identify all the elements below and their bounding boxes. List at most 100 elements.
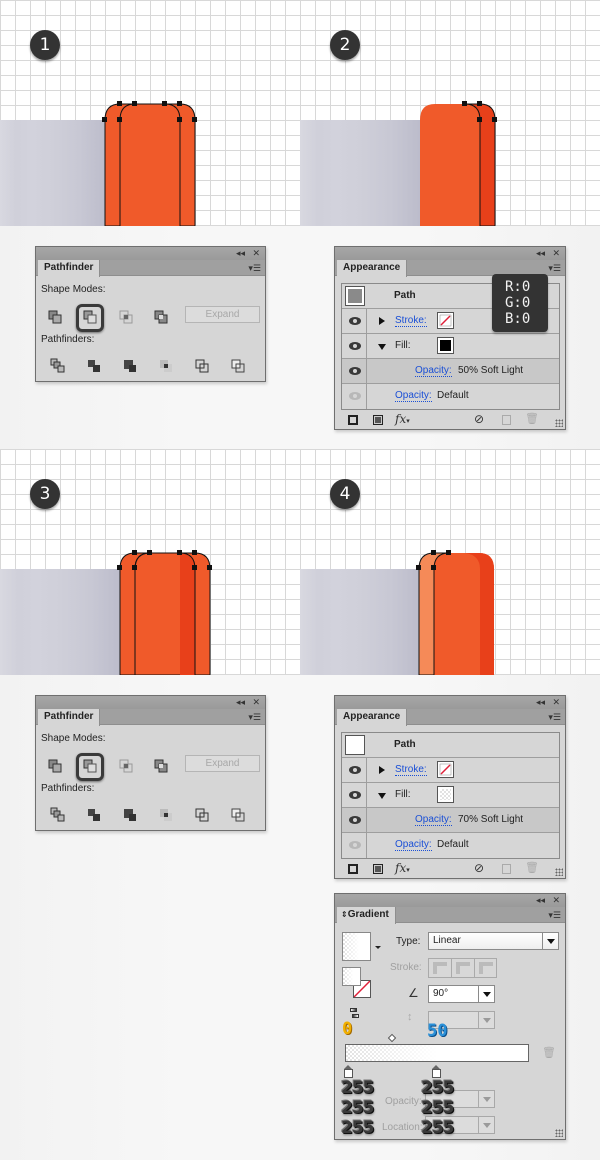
- midpoint-diamond[interactable]: [387, 1033, 397, 1043]
- tab-appearance[interactable]: Appearance: [337, 260, 407, 277]
- unite-icon[interactable]: [47, 758, 63, 774]
- reverse-gradient-icon[interactable]: [348, 1008, 362, 1018]
- close-icon[interactable]: ✕: [552, 247, 560, 260]
- exclude-icon[interactable]: [153, 758, 169, 774]
- minus-back-icon[interactable]: [230, 358, 246, 374]
- panel-menu-icon[interactable]: ▾☰: [548, 909, 561, 921]
- chevron-down-icon[interactable]: [478, 1012, 494, 1028]
- stroke-link[interactable]: Stroke:: [395, 764, 427, 776]
- fill-opacity-row[interactable]: Opacity: 50% Soft Light: [342, 359, 559, 384]
- fill-opacity-link[interactable]: Opacity:: [415, 814, 452, 826]
- tab-pathfinder[interactable]: Pathfinder: [38, 260, 101, 277]
- unite-icon[interactable]: [47, 309, 63, 325]
- chevron-down-icon[interactable]: [478, 1091, 494, 1107]
- add-new-stroke-icon[interactable]: [348, 864, 358, 874]
- delete-stop-icon[interactable]: 🗑: [542, 1046, 556, 1059]
- fill-swatch[interactable]: [437, 337, 454, 354]
- gradient-stop-left[interactable]: [344, 1065, 353, 1078]
- collapse-icon[interactable]: ◂◂: [236, 247, 245, 260]
- collapse-triangle-icon[interactable]: [378, 793, 386, 799]
- fill-row[interactable]: Fill:: [342, 334, 559, 359]
- fx-icon[interactable]: fx▾: [395, 861, 410, 875]
- stroke-row[interactable]: Stroke:: [342, 758, 559, 783]
- clear-appearance-icon[interactable]: ⊘: [474, 412, 484, 426]
- opacity-link[interactable]: Opacity:: [395, 839, 432, 851]
- panel-menu-icon[interactable]: ▾☰: [548, 262, 561, 274]
- trash-icon[interactable]: 🗑: [525, 412, 539, 425]
- divide-icon[interactable]: [50, 807, 66, 823]
- fill-swatch-small[interactable]: [342, 967, 361, 986]
- trim-icon[interactable]: [86, 807, 102, 823]
- tab-appearance[interactable]: Appearance: [337, 709, 407, 726]
- duplicate-item-icon[interactable]: [502, 415, 511, 425]
- stroke-across-icon[interactable]: [475, 959, 497, 977]
- gradient-slider[interactable]: [345, 1044, 529, 1062]
- eye-icon[interactable]: [349, 841, 361, 849]
- type-dropdown[interactable]: Linear: [428, 932, 559, 950]
- eye-icon[interactable]: [349, 317, 361, 325]
- expand-triangle-icon[interactable]: [379, 766, 385, 774]
- collapse-triangle-icon[interactable]: [378, 344, 386, 350]
- trim-icon[interactable]: [86, 358, 102, 374]
- tab-gradient[interactable]: ⇕Gradient: [337, 907, 396, 924]
- eye-icon[interactable]: [349, 342, 361, 350]
- chevron-down-icon[interactable]: [542, 933, 558, 949]
- panel-title-bar[interactable]: ◂◂ ✕: [335, 247, 565, 260]
- panel-title-bar[interactable]: ◂◂ ✕: [36, 247, 265, 260]
- eye-icon[interactable]: [349, 392, 361, 400]
- panel-menu-icon[interactable]: ▾☰: [248, 262, 261, 274]
- add-new-fill-icon[interactable]: [373, 415, 383, 425]
- outline-icon[interactable]: [194, 358, 210, 374]
- intersect-icon[interactable]: [118, 309, 134, 325]
- opacity-row[interactable]: Opacity: Default: [342, 384, 559, 409]
- fill-opacity-link[interactable]: Opacity:: [415, 365, 452, 377]
- exclude-icon[interactable]: [153, 309, 169, 325]
- fill-opacity-row[interactable]: Opacity: 70% Soft Light: [342, 808, 559, 833]
- path-row[interactable]: Path: [342, 733, 559, 758]
- resize-grip[interactable]: [555, 1129, 563, 1137]
- panel-title-bar[interactable]: ◂◂ ✕: [36, 696, 265, 709]
- close-icon[interactable]: ✕: [552, 696, 560, 709]
- outline-icon[interactable]: [194, 807, 210, 823]
- add-new-fill-icon[interactable]: [373, 864, 383, 874]
- gradient-preview-swatch[interactable]: [342, 932, 371, 961]
- divide-icon[interactable]: [50, 358, 66, 374]
- collapse-icon[interactable]: ◂◂: [536, 696, 545, 709]
- expand-button[interactable]: Expand: [185, 755, 260, 772]
- gradient-stop-right[interactable]: [432, 1065, 441, 1078]
- stroke-swatch[interactable]: [437, 761, 454, 778]
- stroke-swatch[interactable]: [437, 312, 454, 329]
- panel-title-bar[interactable]: ◂◂ ✕: [335, 894, 565, 907]
- merge-icon[interactable]: [122, 807, 138, 823]
- resize-grip[interactable]: [555, 419, 563, 427]
- minus-front-icon[interactable]: [82, 758, 98, 774]
- expand-triangle-icon[interactable]: [379, 317, 385, 325]
- close-icon[interactable]: ✕: [252, 247, 260, 260]
- close-icon[interactable]: ✕: [252, 696, 260, 709]
- tab-pathfinder[interactable]: Pathfinder: [38, 709, 101, 726]
- panel-title-bar[interactable]: ◂◂ ✕: [335, 696, 565, 709]
- stroke-link[interactable]: Stroke:: [395, 315, 427, 327]
- angle-field[interactable]: 90°: [428, 985, 495, 1003]
- minus-front-icon[interactable]: [82, 309, 98, 325]
- crop-icon[interactable]: [158, 807, 174, 823]
- crop-icon[interactable]: [158, 358, 174, 374]
- gradient-preset-dropdown-icon[interactable]: [375, 946, 381, 949]
- stroke-along-icon[interactable]: [452, 959, 475, 977]
- eye-icon[interactable]: [349, 367, 361, 375]
- eye-icon[interactable]: [349, 766, 361, 774]
- intersect-icon[interactable]: [118, 758, 134, 774]
- panel-menu-icon[interactable]: ▾☰: [248, 711, 261, 723]
- fill-swatch[interactable]: [437, 786, 454, 803]
- expand-button[interactable]: Expand: [185, 306, 260, 323]
- duplicate-item-icon[interactable]: [502, 864, 511, 874]
- collapse-icon[interactable]: ◂◂: [536, 894, 545, 907]
- merge-icon[interactable]: [122, 358, 138, 374]
- resize-grip[interactable]: [555, 868, 563, 876]
- stroke-within-icon[interactable]: [429, 959, 452, 977]
- add-new-stroke-icon[interactable]: [348, 415, 358, 425]
- close-icon[interactable]: ✕: [552, 894, 560, 907]
- fill-row[interactable]: Fill:: [342, 783, 559, 808]
- collapse-icon[interactable]: ◂◂: [536, 247, 545, 260]
- eye-icon[interactable]: [349, 791, 361, 799]
